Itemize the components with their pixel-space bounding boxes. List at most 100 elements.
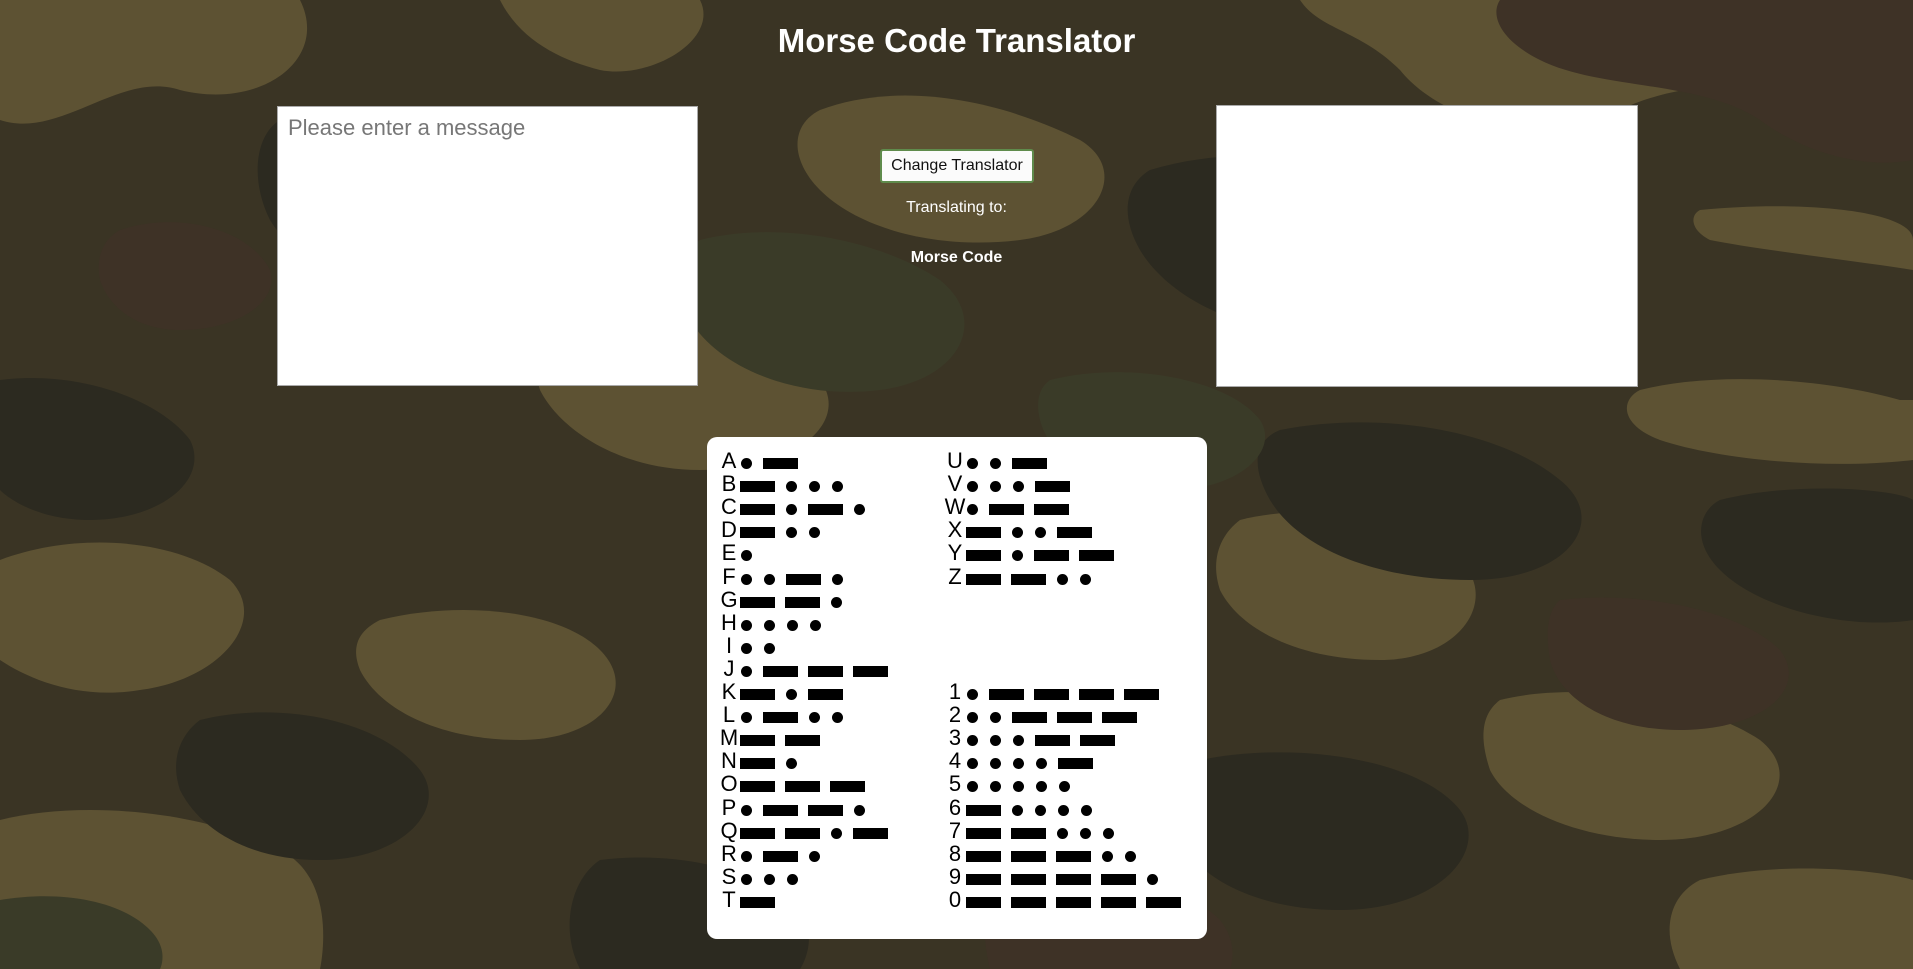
morse-dot [1058, 804, 1069, 816]
morse-dash [853, 665, 888, 677]
morse-row-6: 6 [944, 794, 1174, 821]
morse-char: I [725, 632, 733, 658]
change-translator-button[interactable]: Change Translator [880, 149, 1034, 183]
morse-char: C [721, 494, 737, 520]
morse-dot [1103, 827, 1114, 839]
morse-row-c: C [718, 494, 948, 520]
morse-row-w: W [944, 494, 1174, 520]
morse-dot [990, 758, 1001, 770]
morse-char: P [721, 794, 737, 820]
morse-dot [741, 573, 752, 585]
morse-row-5: 5 [944, 772, 1174, 797]
morse-dot [854, 804, 865, 816]
morse-row-a: A [718, 449, 948, 474]
morse-dash [808, 689, 843, 700]
morse-dash [808, 665, 843, 677]
morse-dot [741, 550, 752, 562]
morse-dash [989, 504, 1024, 516]
morse-char: 6 [948, 794, 962, 820]
morse-dash [1056, 873, 1091, 885]
morse-dot [1080, 827, 1091, 839]
morse-dash [786, 573, 821, 585]
morse-dot [967, 689, 978, 700]
morse-dash [1146, 896, 1181, 908]
morse-dot [1080, 573, 1091, 585]
morse-row-7: 7 [944, 818, 1174, 844]
morse-dot [967, 458, 978, 469]
morse-dash [1101, 896, 1136, 908]
morse-dash [740, 689, 775, 700]
morse-dot [809, 712, 820, 724]
morse-dash [785, 735, 820, 747]
morse-dash [1035, 735, 1070, 747]
morse-dot [786, 758, 797, 770]
morse-dot [1013, 781, 1024, 793]
morse-dot [741, 850, 752, 862]
morse-char: 3 [948, 725, 962, 751]
morse-dot [764, 573, 775, 585]
morse-char: D [721, 517, 737, 543]
morse-row-j: J [718, 655, 948, 682]
morse-row-0: 0 [944, 887, 1181, 913]
morse-char: Z [948, 563, 962, 589]
morse-row-b: B [718, 471, 948, 497]
morse-char: W [944, 494, 966, 520]
morse-dash [1035, 481, 1070, 493]
morse-dash [740, 758, 775, 770]
morse-dash [1034, 689, 1069, 700]
morse-dot [967, 504, 978, 516]
morse-dash [1034, 504, 1069, 516]
morse-row-3: 3 [944, 725, 1174, 751]
morse-char: E [721, 540, 737, 566]
morse-dot [990, 712, 1001, 724]
morse-dash [740, 896, 775, 908]
morse-dot [809, 527, 820, 539]
morse-row-r: R [718, 840, 948, 867]
morse-dot [1012, 804, 1023, 816]
morse-dot [809, 481, 820, 493]
morse-row-4: 4 [944, 748, 1174, 774]
morse-row-h: H [718, 610, 948, 636]
morse-dot [832, 573, 843, 585]
morse-dot [1035, 804, 1046, 816]
morse-char: R [721, 840, 737, 866]
morse-dash [1058, 758, 1093, 770]
message-input[interactable] [277, 106, 698, 386]
morse-dot [741, 665, 752, 677]
morse-dash [966, 873, 1001, 885]
morse-dot [1036, 781, 1047, 793]
morse-dash [785, 827, 820, 839]
morse-dot [741, 804, 752, 816]
translation-output[interactable] [1216, 105, 1638, 387]
morse-dot [1057, 827, 1068, 839]
morse-row-o: O [718, 772, 948, 797]
morse-dash [1011, 873, 1046, 885]
morse-dash [1011, 850, 1046, 862]
morse-dot [741, 619, 752, 631]
morse-char: V [947, 471, 963, 497]
morse-dash [830, 781, 865, 793]
morse-dot [1102, 850, 1113, 862]
morse-dash [763, 804, 798, 816]
morse-dash [1056, 850, 1091, 862]
morse-dash [763, 665, 798, 677]
morse-dot [787, 873, 798, 885]
morse-dot [990, 458, 1001, 469]
morse-dot [786, 481, 797, 493]
morse-row-v: V [944, 471, 1174, 497]
morse-dot [990, 781, 1001, 793]
morse-row-n: N [718, 749, 948, 774]
morse-dot [990, 481, 1001, 493]
morse-char: J [723, 655, 735, 681]
morse-dot [764, 873, 775, 885]
morse-dash [1011, 827, 1046, 839]
morse-dash [1012, 458, 1047, 469]
morse-row-1: 1 [944, 680, 1174, 705]
morse-row-p: P [718, 794, 948, 821]
morse-char: K [721, 679, 737, 704]
morse-row-f: F [718, 564, 948, 590]
morse-char: L [722, 702, 736, 728]
morse-char: 4 [948, 748, 962, 774]
morse-dot [1013, 481, 1024, 493]
morse-char: B [721, 471, 737, 497]
